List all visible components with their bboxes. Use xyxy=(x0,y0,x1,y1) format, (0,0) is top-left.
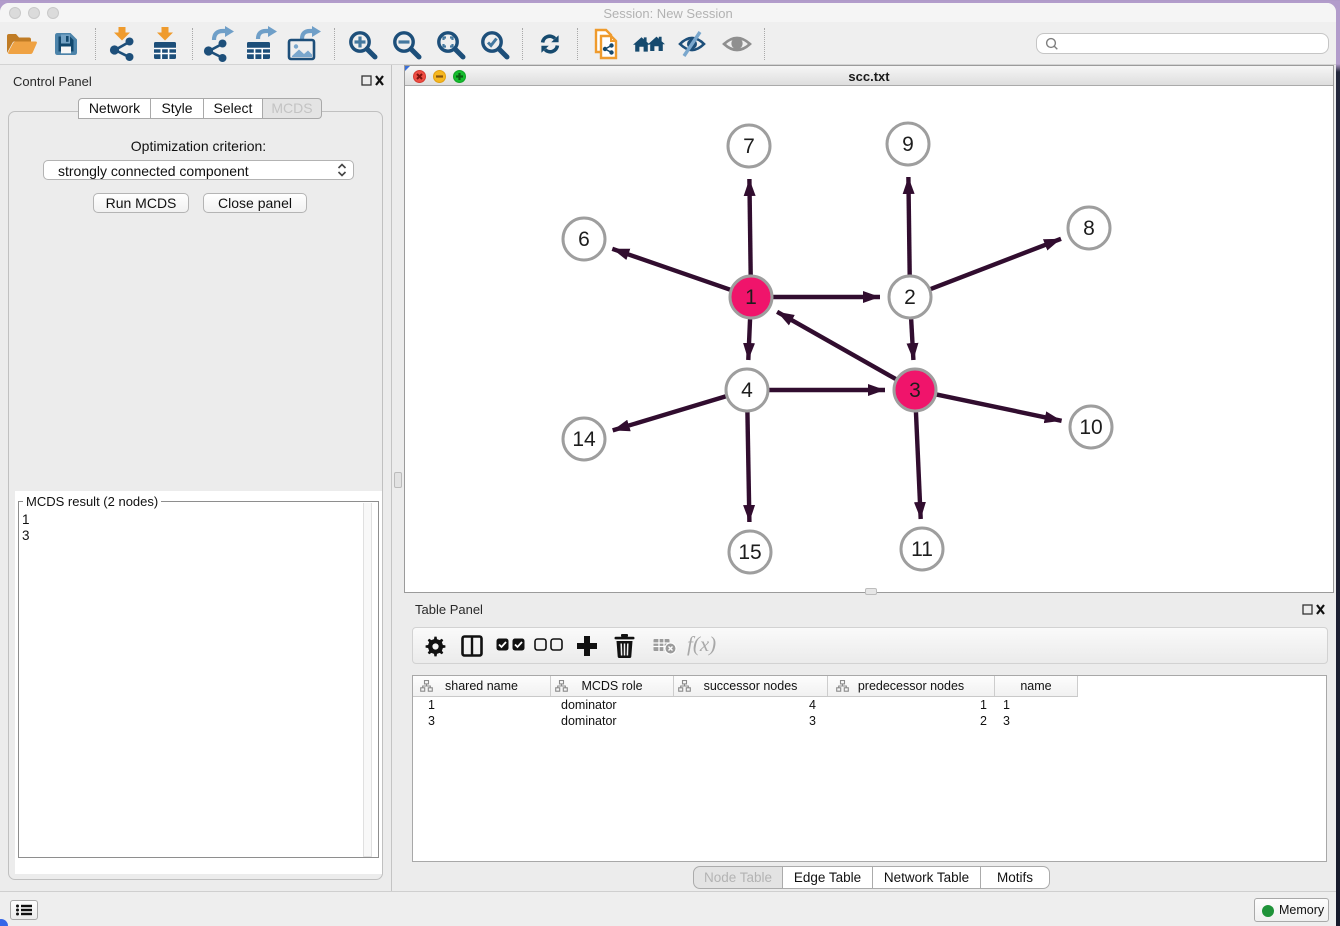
svg-text:9: 9 xyxy=(902,133,914,156)
svg-text:11: 11 xyxy=(911,538,933,561)
svg-text:8: 8 xyxy=(1083,217,1095,240)
svg-text:7: 7 xyxy=(743,135,755,158)
svg-text:3: 3 xyxy=(909,379,921,402)
svg-text:14: 14 xyxy=(572,428,596,451)
svg-text:10: 10 xyxy=(1079,416,1102,439)
svg-text:6: 6 xyxy=(578,228,590,251)
svg-text:4: 4 xyxy=(741,379,753,402)
svg-text:15: 15 xyxy=(738,541,761,564)
svg-text:2: 2 xyxy=(904,286,916,309)
svg-text:1: 1 xyxy=(745,286,757,309)
